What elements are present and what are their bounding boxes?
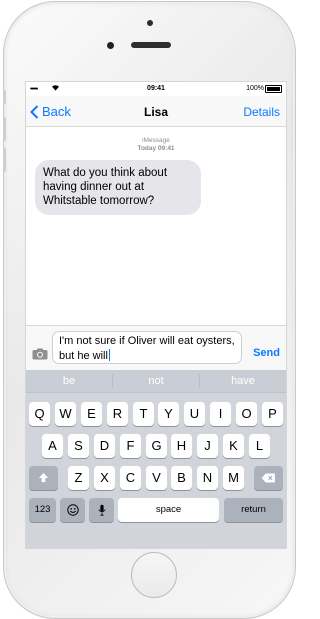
prediction-2[interactable]: not	[113, 370, 199, 392]
key-v[interactable]: V	[146, 466, 167, 490]
details-button[interactable]: Details	[243, 105, 280, 119]
key-d[interactable]: D	[94, 434, 115, 458]
key-r[interactable]: R	[107, 402, 128, 426]
key-n[interactable]: N	[197, 466, 218, 490]
message-meta: iMessage Today 09:41	[26, 137, 286, 153]
key-l[interactable]: L	[249, 434, 270, 458]
key-h[interactable]: H	[171, 434, 192, 458]
backspace-icon	[261, 473, 275, 483]
key-o[interactable]: O	[236, 402, 257, 426]
mute-switch	[3, 90, 6, 104]
volume-down-button	[3, 148, 6, 172]
return-key[interactable]: return	[224, 498, 283, 522]
key-s[interactable]: S	[68, 434, 89, 458]
front-camera	[107, 42, 114, 49]
message-input-bar: I'm not sure if Oliver will eat oysters,…	[26, 325, 286, 371]
space-key[interactable]: space	[118, 498, 219, 522]
key-g[interactable]: G	[146, 434, 167, 458]
shift-key[interactable]	[29, 466, 58, 490]
numbers-key[interactable]: 123	[29, 498, 56, 522]
dictation-key[interactable]	[89, 498, 114, 522]
shift-icon	[38, 472, 49, 483]
camera-icon[interactable]	[32, 348, 48, 360]
front-sensor	[147, 20, 153, 26]
key-z[interactable]: Z	[68, 466, 89, 490]
volume-up-button	[3, 117, 6, 141]
prediction-3[interactable]: have	[200, 370, 286, 392]
status-bar: ••••• 09:41 100%	[26, 82, 286, 96]
key-y[interactable]: Y	[158, 402, 179, 426]
microphone-icon	[97, 504, 106, 516]
keyboard: be not have Q W E R T Y U I O P A S D F …	[26, 370, 286, 548]
emoji-key[interactable]	[60, 498, 85, 522]
message-input[interactable]: I'm not sure if Oliver will eat oysters,…	[52, 331, 242, 364]
key-p[interactable]: P	[262, 402, 283, 426]
navigation-bar: Back Lisa Details	[26, 96, 286, 127]
predictive-bar: be not have	[26, 370, 286, 393]
key-w[interactable]: W	[55, 402, 76, 426]
message-timestamp: Today 09:41	[137, 145, 175, 152]
home-button[interactable]	[131, 552, 177, 598]
key-e[interactable]: E	[81, 402, 102, 426]
key-b[interactable]: B	[171, 466, 192, 490]
earpiece-speaker	[131, 42, 171, 48]
key-k[interactable]: K	[223, 434, 244, 458]
delete-key[interactable]	[254, 466, 283, 490]
battery-icon	[265, 85, 282, 93]
key-q[interactable]: Q	[29, 402, 50, 426]
service-label: iMessage	[142, 137, 170, 144]
prediction-1[interactable]: be	[26, 370, 112, 392]
key-m[interactable]: M	[223, 466, 244, 490]
key-u[interactable]: U	[184, 402, 205, 426]
message-draft-text: I'm not sure if Oliver will eat oysters,…	[59, 335, 235, 362]
text-cursor	[108, 348, 111, 361]
emoji-icon	[66, 504, 79, 516]
key-x[interactable]: X	[94, 466, 115, 490]
send-button[interactable]: Send	[253, 347, 280, 359]
screen: ••••• 09:41 100% Back Lisa Details iMess…	[25, 81, 287, 549]
key-a[interactable]: A	[42, 434, 63, 458]
key-i[interactable]: I	[210, 402, 231, 426]
key-t[interactable]: T	[133, 402, 154, 426]
key-f[interactable]: F	[120, 434, 141, 458]
battery-percent: 100%	[246, 85, 264, 92]
incoming-message-bubble[interactable]: What do you think about having dinner ou…	[35, 160, 201, 215]
key-c[interactable]: C	[120, 466, 141, 490]
key-j[interactable]: J	[197, 434, 218, 458]
